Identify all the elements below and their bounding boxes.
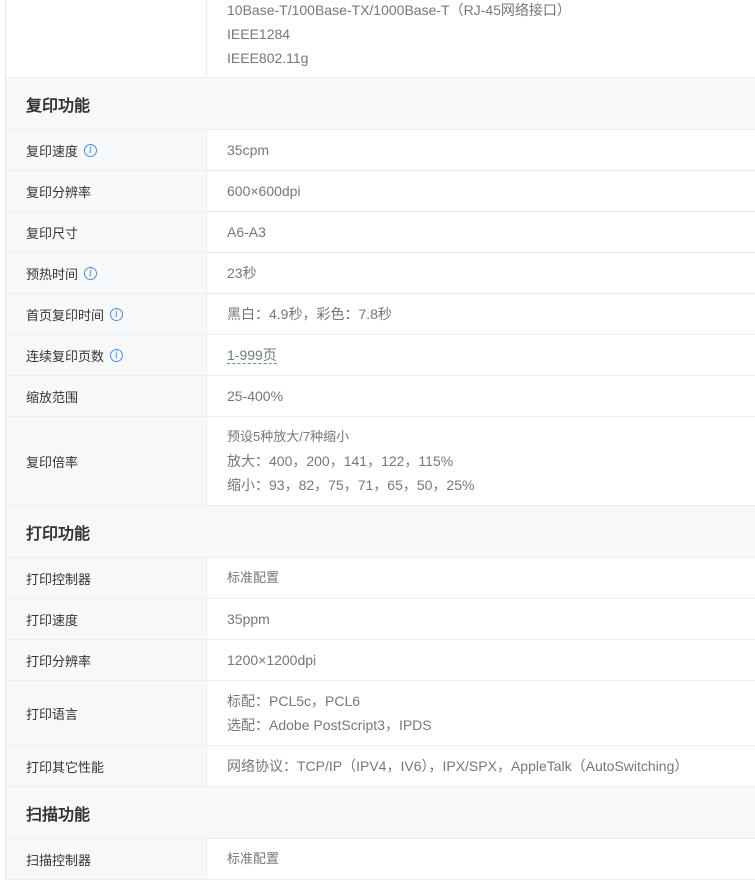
spec-row: 打印速度 35ppm — [6, 599, 755, 640]
spec-value: 标配：PCL5c，PCL6 选配：Adobe PostScript3，IPDS — [207, 681, 755, 745]
spec-row: 首页复印时间 i 黑白：4.9秒，彩色：7.8秒 — [6, 294, 755, 335]
spec-value-line: 标配：PCL5c，PCL6 — [227, 693, 361, 709]
spec-label: 连续复印页数 i — [6, 335, 207, 375]
spec-value: 35cpm — [207, 130, 755, 170]
spec-label-text: 复印速度 — [26, 143, 79, 159]
spec-label: 缩放范围 — [6, 376, 207, 416]
section-header-print: 打印功能 — [6, 506, 755, 558]
spec-row: 打印分辨率 1200×1200dpi — [6, 640, 755, 681]
spec-label-text: 复印尺寸 — [26, 225, 79, 241]
spec-label-text: 打印速度 — [26, 612, 79, 628]
spec-label-text: 首页复印时间 — [26, 307, 105, 323]
spec-value: A6-A3 — [207, 212, 755, 252]
info-icon[interactable]: i — [84, 266, 98, 280]
spec-value-text: 网络协议：TCP/IP（IPV4，IV6），IPX/SPX，AppleTalk（… — [227, 758, 689, 774]
info-icon[interactable]: i — [110, 348, 124, 362]
spec-label: 复印分辨率 — [6, 171, 207, 211]
spec-label-text: 打印其它性能 — [26, 759, 105, 775]
spec-value-line: 缩小：93，82，75，71，65，50，25% — [227, 477, 475, 493]
spec-row: 扫描控制器 标准配置 — [6, 839, 755, 880]
spec-label — [6, 0, 207, 77]
spec-value: 35ppm — [207, 599, 755, 639]
spec-value-link[interactable]: 1-999页 — [227, 347, 277, 364]
spec-label: 扫描控制器 — [6, 839, 207, 879]
spec-value-text: 25-400% — [227, 388, 284, 404]
spec-value: 1200×1200dpi — [207, 640, 755, 680]
spec-row: 预热时间 i 23秒 — [6, 253, 755, 294]
spec-value-text: 黑白：4.9秒，彩色：7.8秒 — [227, 306, 392, 322]
spec-label-text: 打印控制器 — [26, 571, 92, 587]
section-title: 扫描功能 — [26, 806, 91, 824]
spec-label: 首页复印时间 i — [6, 294, 207, 334]
spec-row: 打印控制器 标准配置 — [6, 558, 755, 599]
spec-value-text: 23秒 — [227, 265, 257, 281]
spec-label-text: 缩放范围 — [26, 389, 79, 405]
spec-value: 10Base-T/100Base-TX/1000Base-T（RJ-45网络接口… — [207, 0, 755, 77]
spec-label-text: 连续复印页数 — [26, 348, 105, 364]
spec-value: 600×600dpi — [207, 171, 755, 211]
info-icon[interactable]: i — [84, 143, 98, 157]
spec-label: 打印其它性能 — [6, 746, 207, 786]
spec-label-text: 扫描控制器 — [26, 852, 92, 868]
spec-value: 预设5种放大/7种缩小 放大：400，200，141，122，115% 缩小：9… — [207, 417, 755, 505]
spec-value-line: 10Base-T/100Base-TX/1000Base-T（RJ-45网络接口… — [227, 2, 571, 18]
spec-value-text: 600×600dpi — [227, 183, 301, 199]
spec-row: 连续复印页数 i 1-999页 — [6, 335, 755, 376]
spec-table: 10Base-T/100Base-TX/1000Base-T（RJ-45网络接口… — [5, 0, 755, 880]
section-header-scan: 扫描功能 — [6, 787, 755, 839]
section-title: 复印功能 — [26, 97, 91, 115]
spec-value-line: IEEE802.11g — [227, 50, 309, 66]
spec-value: 黑白：4.9秒，彩色：7.8秒 — [207, 294, 755, 334]
spec-value-text: 1200×1200dpi — [227, 652, 317, 668]
spec-label: 复印倍率 — [6, 417, 207, 505]
spec-value: 网络协议：TCP/IP（IPV4，IV6），IPX/SPX，AppleTalk（… — [207, 746, 755, 786]
section-header-copy: 复印功能 — [6, 78, 755, 130]
spec-row: 打印语言 标配：PCL5c，PCL6 选配：Adobe PostScript3，… — [6, 681, 755, 746]
spec-row: 复印分辨率 600×600dpi — [6, 171, 755, 212]
spec-row: 复印速度 i 35cpm — [6, 130, 755, 171]
spec-label: 打印控制器 — [6, 558, 207, 598]
spec-label: 复印尺寸 — [6, 212, 207, 252]
spec-row-interfaces: 10Base-T/100Base-TX/1000Base-T（RJ-45网络接口… — [6, 0, 755, 78]
spec-label-text: 复印分辨率 — [26, 184, 92, 200]
spec-label: 复印速度 i — [6, 130, 207, 170]
spec-value: 23秒 — [207, 253, 755, 293]
spec-value-line: 选配：Adobe PostScript3，IPDS — [227, 717, 432, 733]
info-icon[interactable]: i — [110, 307, 124, 321]
spec-label: 预热时间 i — [6, 253, 207, 293]
spec-row: 缩放范围 25-400% — [6, 376, 755, 417]
spec-value-line: 预设5种放大/7种缩小 — [227, 429, 350, 444]
spec-label-text: 预热时间 — [26, 266, 79, 282]
spec-value: 标准配置 — [207, 558, 755, 598]
spec-value: 25-400% — [207, 376, 755, 416]
spec-value-line: IEEE1284 — [227, 26, 291, 42]
spec-row: 复印倍率 预设5种放大/7种缩小 放大：400，200，141，122，115%… — [6, 417, 755, 506]
spec-value-text: 标准配置 — [227, 570, 280, 585]
spec-value-text: 35ppm — [227, 611, 270, 627]
spec-label: 打印语言 — [6, 681, 207, 745]
spec-label-text: 复印倍率 — [26, 454, 79, 470]
spec-label-text: 打印分辨率 — [26, 653, 92, 669]
spec-label: 打印速度 — [6, 599, 207, 639]
spec-value-text: A6-A3 — [227, 224, 266, 240]
spec-value: 1-999页 — [207, 335, 755, 375]
spec-row: 打印其它性能 网络协议：TCP/IP（IPV4，IV6），IPX/SPX，App… — [6, 746, 755, 787]
spec-row: 复印尺寸 A6-A3 — [6, 212, 755, 253]
spec-value-text: 标准配置 — [227, 851, 280, 866]
section-title: 打印功能 — [26, 525, 91, 543]
spec-label-text: 打印语言 — [26, 706, 79, 722]
spec-value: 标准配置 — [207, 839, 755, 879]
spec-value-text: 35cpm — [227, 142, 270, 158]
spec-label: 打印分辨率 — [6, 640, 207, 680]
spec-value-line: 放大：400，200，141，122，115% — [227, 453, 454, 469]
